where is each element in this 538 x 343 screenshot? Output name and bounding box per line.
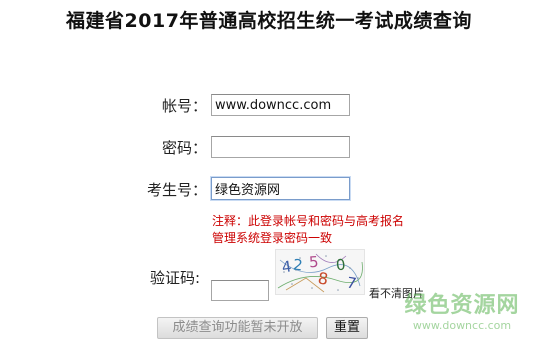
account-label: 帐号： xyxy=(161,97,207,115)
exam-number-input[interactable] xyxy=(211,177,350,200)
captcha-char-3: 5 xyxy=(308,253,319,272)
account-input[interactable] xyxy=(211,94,350,116)
captcha-char-1: 4 xyxy=(281,257,293,276)
login-note-line-1: 注释：此登录帐号和密码与高考报名 xyxy=(212,214,405,228)
query-button[interactable]: 成绩查询功能暂未开放 xyxy=(157,317,318,339)
captcha-char-6: 7 xyxy=(345,273,358,292)
refresh-captcha-link[interactable]: 看不清图片 xyxy=(369,285,424,301)
password-label: 密码： xyxy=(161,139,207,157)
captcha-char-4: 8 xyxy=(317,269,330,289)
captcha-input[interactable] xyxy=(211,280,269,301)
watermark-url: www.downcc.com xyxy=(412,319,512,332)
exam-number-label: 考生号： xyxy=(146,181,207,199)
captcha-char-5: 0 xyxy=(335,255,346,274)
login-note: 注释：此登录帐号和密码与高考报名 管理系统登录密码一致 xyxy=(212,213,432,247)
page-title: 福建省2017年普通高校招生统一考试成绩查询 xyxy=(66,10,472,32)
password-input[interactable] xyxy=(211,136,350,158)
login-note-line-2: 管理系统登录密码一致 xyxy=(212,231,333,245)
captcha-label: 验证码: xyxy=(150,269,201,287)
captcha-image[interactable]: 4 2 5 8 0 7 xyxy=(275,249,365,295)
reset-button[interactable]: 重置 xyxy=(326,317,368,339)
captcha-char-2: 2 xyxy=(292,256,303,275)
